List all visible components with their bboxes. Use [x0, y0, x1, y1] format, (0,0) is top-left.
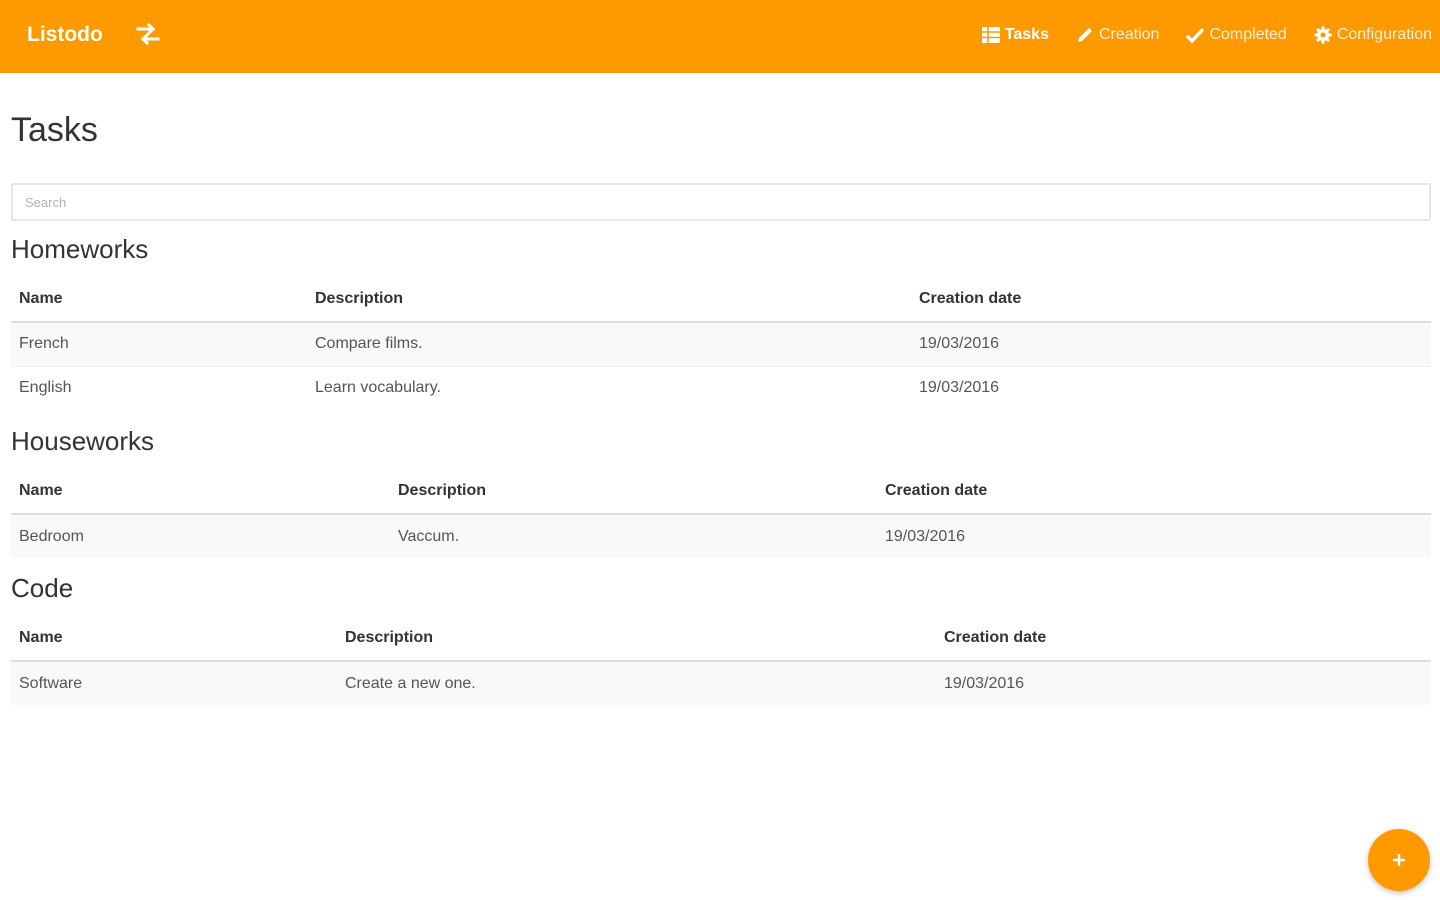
task-name: Bedroom	[11, 514, 390, 558]
nav-tasks[interactable]: Tasks	[981, 22, 1049, 48]
task-creation-date: 19/03/2016	[919, 379, 1000, 397]
group-title: Code	[11, 573, 74, 603]
brand-logo[interactable]: Listodo	[27, 20, 103, 50]
task-creation-date: 19/03/2016	[877, 514, 1431, 558]
table-row[interactable]: Software Create a new one. 19/03/2016	[11, 661, 1431, 705]
column-header-description[interactable]: Description	[390, 468, 877, 515]
page-title: Tasks	[11, 111, 98, 149]
nav-creation-label: Creation	[1098, 26, 1160, 43]
column-header-name[interactable]: Name	[11, 615, 337, 662]
nav-completed[interactable]: Completed	[1186, 22, 1287, 48]
navbar: Listodo Tasks Creation Completed Configu…	[0, 0, 1440, 73]
swap-button[interactable]	[134, 20, 162, 48]
table-header-row: Name Description Creation date	[11, 468, 1431, 515]
table-header-row: Name Description Creation date	[11, 276, 1431, 323]
nav-tasks-label: Tasks	[1004, 26, 1049, 43]
nav-creation[interactable]: Creation	[1076, 22, 1159, 48]
column-header-creation-date[interactable]: Creation date	[936, 615, 1431, 662]
task-creation-date: 19/03/2016	[936, 661, 1431, 705]
task-table: Name Description Creation date Bedroom V…	[11, 468, 1431, 558]
task-description: Vaccum.	[390, 514, 877, 558]
task-description: Compare films.	[307, 322, 911, 366]
group-title: Houseworks	[11, 426, 155, 456]
swap-arrows-icon	[136, 23, 160, 45]
nav-links: Tasks Creation Completed Configuration	[955, 22, 1432, 48]
nav-completed-label: Completed	[1209, 26, 1287, 43]
check-icon	[1186, 26, 1205, 44]
nav-configuration-label: Configuration	[1336, 26, 1432, 43]
table-row[interactable]: English Learn vocabulary. 19/03/2016	[11, 366, 1431, 410]
task-table: Name Description Creation date Software …	[11, 615, 1431, 705]
column-header-description[interactable]: Description	[307, 276, 911, 323]
task-table: Name Description Creation date French Co…	[11, 276, 1431, 410]
column-header-creation-date[interactable]: Creation date	[911, 276, 1431, 323]
pencil-icon	[1076, 26, 1094, 44]
gear-icon	[1314, 26, 1332, 44]
table-icon	[981, 26, 1000, 44]
table-header-row: Name Description Creation date	[11, 615, 1431, 662]
task-description: Learn vocabulary.	[315, 379, 441, 397]
task-group-homeworks: Homeworks Name Description Creation date…	[11, 234, 1431, 410]
task-description: Create a new one.	[337, 661, 936, 705]
column-header-creation-date[interactable]: Creation date	[877, 468, 1431, 515]
column-header-description[interactable]: Description	[337, 615, 936, 662]
column-header-name[interactable]: Name	[11, 276, 307, 323]
group-title: Homeworks	[11, 234, 149, 264]
nav-configuration[interactable]: Configuration	[1314, 22, 1432, 48]
table-row[interactable]: Bedroom Vaccum. 19/03/2016	[11, 514, 1431, 558]
add-task-button[interactable]	[1368, 829, 1430, 891]
task-creation-date: 19/03/2016	[911, 322, 1431, 366]
plus-icon	[1393, 854, 1405, 866]
column-header-name[interactable]: Name	[11, 468, 390, 515]
task-name: Software	[11, 661, 337, 705]
table-row[interactable]: French Compare films. 19/03/2016	[11, 322, 1431, 366]
task-group-houseworks: Houseworks Name Description Creation dat…	[11, 426, 1431, 558]
search-input[interactable]	[11, 183, 1431, 221]
task-name: English	[19, 379, 72, 397]
task-group-code: Code Name Description Creation date Soft…	[11, 573, 1431, 705]
task-name: French	[11, 322, 307, 366]
